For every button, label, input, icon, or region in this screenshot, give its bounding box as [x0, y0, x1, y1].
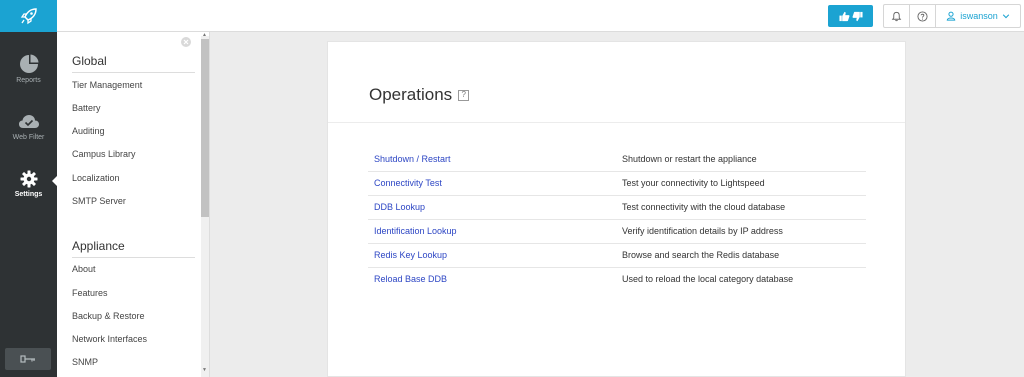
help-button[interactable]: [910, 5, 936, 27]
operation-description: Test your connectivity to Lightspeed: [622, 178, 765, 188]
main-nav-rail: Reports Web Filter Settings: [0, 32, 57, 377]
scroll-down-arrow-icon[interactable]: ▼: [202, 367, 207, 373]
operations-table: Shutdown / Restart Shutdown or restart t…: [368, 148, 866, 292]
title-divider: [328, 122, 905, 123]
sidebar-item-network-interfaces[interactable]: Network Interfaces: [72, 334, 147, 344]
pie-chart-icon: [19, 54, 38, 73]
close-icon: [183, 39, 189, 45]
user-menu[interactable]: iswanson: [936, 5, 1020, 27]
sidebar-item-localization[interactable]: Localization: [72, 173, 120, 183]
scroll-up-arrow-icon[interactable]: ▲: [202, 32, 207, 38]
page-title: Operations ?: [369, 85, 470, 105]
sidebar-item-features[interactable]: Features: [72, 288, 108, 298]
scrollbar-thumb[interactable]: [201, 39, 209, 217]
sidebar-item-auditing[interactable]: Auditing: [72, 126, 105, 136]
table-row: DDB Lookup Test connectivity with the cl…: [368, 196, 866, 220]
thumbs-down-icon: [852, 11, 863, 21]
nav-item-web-filter[interactable]: Web Filter: [0, 98, 57, 156]
operations-card: Operations ? Shutdown / Restart Shutdown…: [327, 41, 906, 377]
cloud-check-icon: [18, 115, 39, 128]
sidebar-item-tier-management[interactable]: Tier Management: [72, 80, 142, 90]
username-label: iswanson: [960, 11, 998, 21]
table-row: Redis Key Lookup Browse and search the R…: [368, 244, 866, 268]
table-row: Shutdown / Restart Shutdown or restart t…: [368, 148, 866, 172]
operation-link-identification-lookup[interactable]: Identification Lookup: [374, 226, 457, 236]
nav-item-reports[interactable]: Reports: [0, 40, 57, 98]
operation-description: Browse and search the Redis database: [622, 250, 780, 260]
nav-label-web-filter: Web Filter: [12, 134, 45, 141]
operation-link-connectivity-test[interactable]: Connectivity Test: [374, 178, 442, 188]
nav-label-reports: Reports: [16, 77, 41, 84]
operation-description: Test connectivity with the cloud databas…: [622, 202, 786, 212]
section-heading-appliance: Appliance: [72, 239, 125, 253]
section-divider: [72, 72, 195, 73]
operation-link-shutdown-restart[interactable]: Shutdown / Restart: [374, 154, 451, 164]
gear-icon: [20, 170, 37, 188]
feedback-button[interactable]: [828, 5, 873, 27]
operation-description: Shutdown or restart the appliance: [622, 154, 757, 164]
sidebar-item-snmp[interactable]: SNMP: [72, 357, 98, 367]
operation-link-redis-key-lookup[interactable]: Redis Key Lookup: [374, 250, 447, 260]
key-icon: [20, 355, 35, 363]
page-title-text: Operations: [369, 85, 453, 104]
section-divider: [72, 257, 195, 258]
operation-description: Used to reload the local category databa…: [622, 274, 794, 284]
operation-link-ddb-lookup[interactable]: DDB Lookup: [374, 202, 425, 212]
thumbs-up-icon: [838, 11, 849, 21]
help-icon[interactable]: ?: [458, 89, 470, 101]
question-circle-icon: [917, 10, 928, 22]
bell-icon: [891, 11, 902, 21]
notifications-button[interactable]: [884, 5, 910, 27]
chevron-down-icon: [1002, 14, 1009, 19]
table-row: Reload Base DDB Used to reload the local…: [368, 268, 866, 292]
sidebar-item-about[interactable]: About: [72, 264, 96, 274]
sidebar-item-campus-library[interactable]: Campus Library: [72, 149, 136, 159]
sidebar-item-backup-restore[interactable]: Backup & Restore: [72, 311, 145, 321]
sidebar-scrollbar[interactable]: ▲ ▼: [201, 32, 209, 377]
rocket-icon: [20, 8, 37, 25]
nav-label-settings: Settings: [14, 191, 43, 198]
settings-sidebar: Global Tier Management Battery Auditing …: [57, 32, 210, 377]
table-row: Identification Lookup Verify identificat…: [368, 220, 866, 244]
sidebar-item-battery[interactable]: Battery: [72, 103, 101, 113]
sidebar-item-smtp-server[interactable]: SMTP Server: [72, 196, 126, 206]
operation-description: Verify identification details by IP addr…: [622, 226, 783, 236]
section-heading-global: Global: [72, 54, 107, 68]
rocket-logo[interactable]: [0, 0, 57, 32]
top-bar: iswanson: [0, 0, 1024, 32]
operation-link-reload-base-ddb[interactable]: Reload Base DDB: [374, 274, 447, 284]
nav-item-settings[interactable]: Settings: [0, 155, 57, 213]
table-row: Connectivity Test Test your connectivity…: [368, 172, 866, 196]
top-actions: iswanson: [883, 4, 1021, 28]
sidebar-close-button[interactable]: [181, 37, 191, 47]
user-icon: [946, 11, 956, 21]
logout-button[interactable]: [5, 348, 51, 370]
